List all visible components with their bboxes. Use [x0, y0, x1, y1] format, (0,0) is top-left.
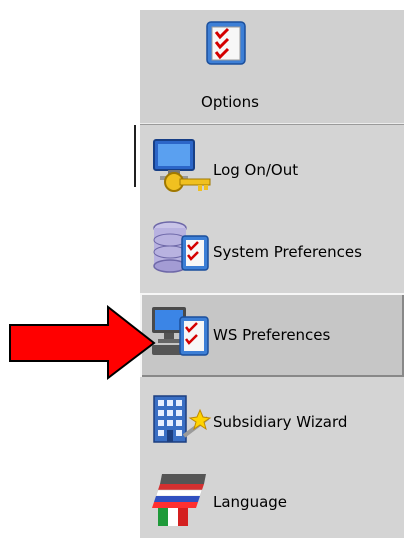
menu-item-subsidiary-wizard[interactable]: Subsidiary Wizard [140, 380, 404, 464]
flags-icon [152, 474, 206, 526]
menu-item-label: Subsidiary Wizard [213, 413, 348, 431]
computer-checklist-icon [152, 307, 209, 356]
database-checklist-icon [153, 221, 209, 273]
menu-item-label: Language [213, 493, 288, 511]
menu-item-log-on-out[interactable]: Log On/Out [140, 128, 404, 212]
menu-item-label: Log On/Out [213, 161, 299, 179]
building-wizard-icon [153, 395, 212, 443]
pointer-arrow-icon [9, 305, 156, 380]
menu-item-label: System Preferences [213, 243, 362, 261]
menu-item-label: WS Preferences [213, 326, 331, 344]
checklist-icon [206, 21, 246, 65]
menu-item-system-preferences[interactable]: System Preferences [140, 210, 404, 294]
monitor-key-icon [153, 139, 211, 192]
panel-edge-line [134, 125, 136, 187]
menu-item-language[interactable]: Language [140, 460, 404, 544]
divider [140, 123, 404, 125]
menu-item-ws-preferences[interactable]: WS Preferences [140, 293, 404, 377]
options-title: Options [201, 93, 259, 111]
